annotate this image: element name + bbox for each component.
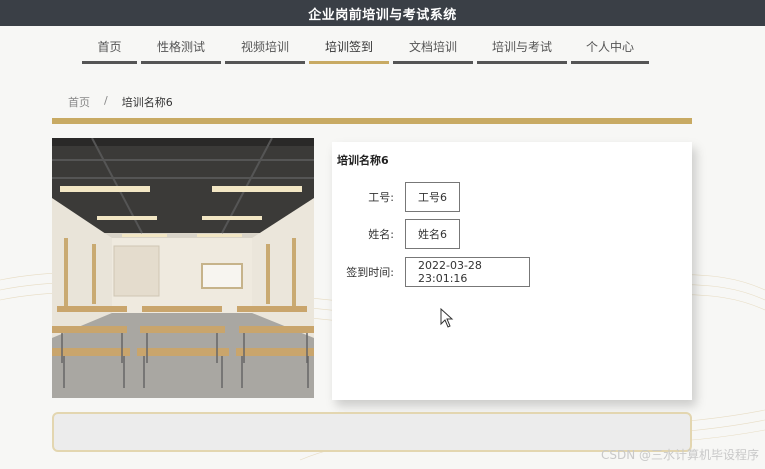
app-title: 企业岗前培训与考试系统: [308, 7, 457, 23]
watermark-text: CSDN @三水计算机毕设程序: [600, 448, 759, 462]
training-name: 培训名称6: [337, 154, 389, 167]
title-bar: 企业岗前培训与考试系统: [0, 0, 765, 26]
breadcrumb-current: 培训名称6: [121, 96, 173, 109]
field-label: 签到时间:: [346, 266, 394, 279]
tab-training-checkin[interactable]: 培训签到: [309, 38, 389, 64]
field-label: 姓名:: [368, 228, 394, 241]
footer-panel: [52, 412, 692, 452]
main-nav: 首页 性格测试 视频培训 培训签到 文档培训 培训与考试 个人中心: [82, 38, 649, 64]
field-checkin-time: 签到时间: 2022-03-28 23:01:16: [332, 257, 530, 287]
tab-personal-center[interactable]: 个人中心: [571, 38, 649, 64]
breadcrumb-home[interactable]: 首页: [68, 94, 90, 110]
tab-video-training[interactable]: 视频培训: [225, 38, 305, 64]
tab-label: 性格测试: [156, 40, 205, 54]
field-name: 姓名: 姓名6: [332, 219, 460, 249]
checkin-detail-card: 培训名称6 工号: 工号6 姓名: 姓名6 签到时间: 2022-03-28 2…: [332, 142, 692, 400]
field-label: 工号:: [368, 191, 394, 204]
field-employee-id: 工号: 工号6: [332, 182, 460, 212]
tab-training-exam[interactable]: 培训与考试: [477, 38, 567, 64]
employee-id-value: 工号6: [405, 182, 460, 212]
section-divider: [52, 118, 692, 124]
name-value: 姓名6: [405, 219, 460, 249]
tab-document-training[interactable]: 文档培训: [393, 38, 473, 64]
tab-label: 个人中心: [585, 40, 634, 54]
tab-label: 培训签到: [324, 40, 373, 54]
tab-home[interactable]: 首页: [82, 38, 137, 64]
checkin-time-value: 2022-03-28 23:01:16: [405, 257, 530, 287]
mouse-cursor-icon: [440, 308, 454, 328]
tab-label: 视频培训: [240, 40, 289, 54]
breadcrumb: 首页 / 培训名称6: [68, 94, 173, 110]
tab-label: 首页: [97, 40, 122, 54]
training-room-image: [52, 138, 314, 398]
tab-personality-test[interactable]: 性格测试: [141, 38, 221, 64]
breadcrumb-separator: /: [104, 94, 108, 107]
tab-label: 培训与考试: [491, 40, 552, 54]
tab-label: 文档培训: [408, 40, 457, 54]
